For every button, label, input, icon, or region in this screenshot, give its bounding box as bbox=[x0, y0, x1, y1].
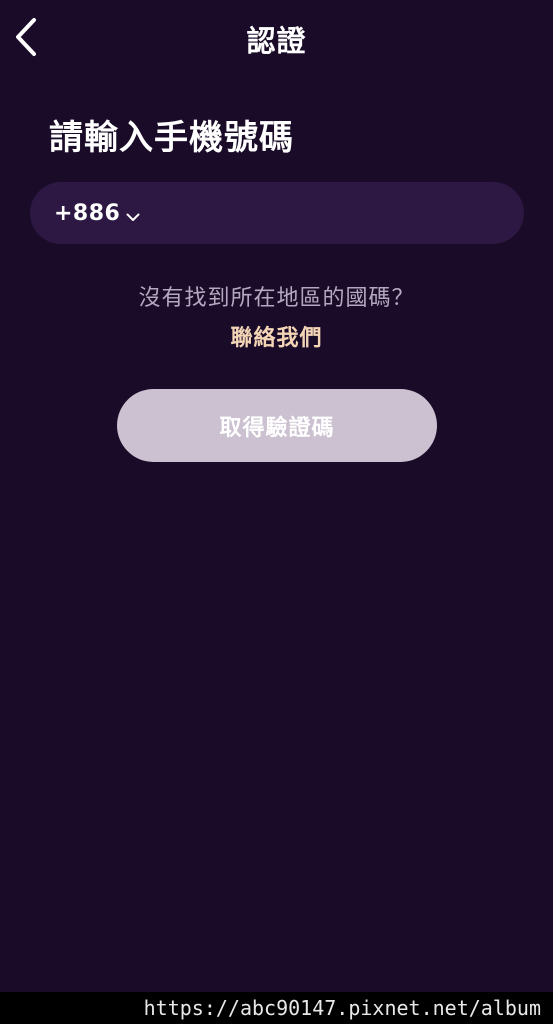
page-title: 認證 bbox=[246, 24, 307, 58]
get-verification-code-button[interactable]: 取得驗證碼 bbox=[117, 389, 437, 462]
phone-field: +886 bbox=[30, 182, 524, 246]
verification-screen: 認證 請輸入手機號碼 +886 沒有找到所在地區的國碼？ 聯絡我們 取得驗證碼 bbox=[0, 0, 553, 992]
watermark-bar: https://abc90147.pixnet.net/album bbox=[0, 992, 553, 1024]
help-text: 沒有找到所在地區的國碼？ bbox=[138, 286, 415, 311]
nav-bar: 認證 bbox=[0, 0, 553, 76]
phone-number-input[interactable] bbox=[160, 182, 504, 246]
country-code-value: +886 bbox=[54, 200, 121, 226]
chevron-down-icon bbox=[126, 213, 140, 222]
phone-heading: 請輸入手機號碼 bbox=[49, 118, 294, 158]
contact-us-link[interactable]: 聯絡我們 bbox=[230, 326, 322, 351]
watermark-url: https://abc90147.pixnet.net/album bbox=[143, 996, 541, 1020]
country-code-dropdown[interactable]: +886 bbox=[54, 182, 140, 244]
contact-us-container: 聯絡我們 bbox=[0, 320, 553, 352]
